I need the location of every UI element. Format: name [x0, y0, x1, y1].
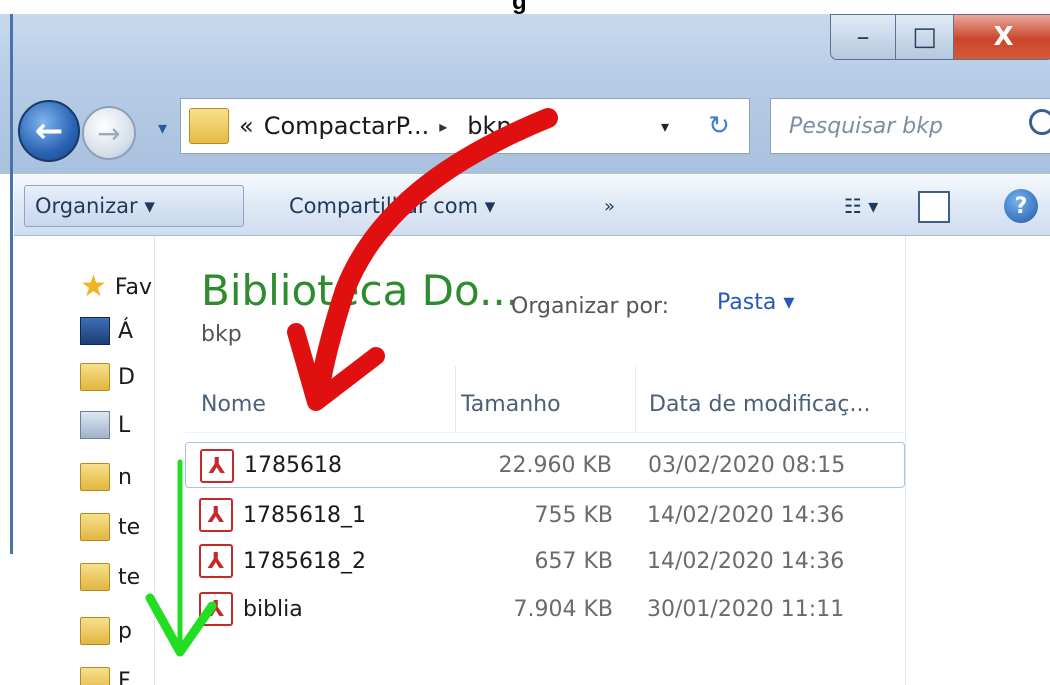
- file-row[interactable]: ⅄ 1785618_2 657 KB 14/02/2020 14:36: [185, 538, 905, 584]
- file-row[interactable]: ⅄ biblia 7.904 KB 30/01/2020 11:11: [185, 586, 905, 632]
- star-icon: ★: [80, 269, 107, 304]
- forward-button[interactable]: →: [82, 106, 136, 160]
- folder-icon: [80, 363, 110, 391]
- library-icon: [80, 411, 110, 439]
- search-input[interactable]: Pesquisar bkp: [789, 114, 943, 139]
- search-icon[interactable]: [1029, 109, 1050, 135]
- window-left-edge: [10, 14, 13, 554]
- nav-item[interactable]: Á: [80, 314, 133, 348]
- recent-pages-dropdown[interactable]: ▾: [158, 118, 167, 139]
- file-name: 1785618: [244, 452, 342, 478]
- column-divider[interactable]: [635, 366, 636, 432]
- address-bar[interactable]: « CompactarP... ▸ bkp ▾: [180, 98, 750, 154]
- pdf-icon: ⅄: [199, 544, 233, 578]
- breadcrumb-separator[interactable]: ▸: [439, 117, 447, 136]
- nav-item-label: Á: [118, 318, 134, 344]
- address-overflow[interactable]: «: [239, 112, 254, 140]
- file-size: 657 KB: [534, 548, 613, 574]
- library-subtitle: bkp: [201, 322, 242, 347]
- refresh-icon: ↻: [708, 111, 730, 141]
- column-header-name[interactable]: Nome: [201, 380, 266, 428]
- pdf-icon: ⅄: [199, 592, 233, 626]
- command-bar: Organizar ▾ Compartilhar com ▾ » ☷ ▾ ?: [14, 174, 1050, 236]
- nav-item-label: p: [118, 618, 132, 644]
- file-row[interactable]: ⅄ 1785618_1 755 KB 14/02/2020 14:36: [185, 492, 905, 538]
- forward-arrow-icon: →: [97, 116, 121, 150]
- file-size: 755 KB: [534, 502, 613, 528]
- pdf-icon: ⅄: [200, 449, 234, 483]
- desktop-icon: [80, 317, 110, 345]
- nav-item-label: L: [118, 412, 131, 438]
- folder-icon: [80, 617, 110, 645]
- file-size: 7.904 KB: [513, 596, 614, 622]
- nav-item[interactable]: te: [80, 560, 140, 594]
- column-header-date[interactable]: Data de modificaç...: [649, 380, 871, 428]
- column-divider[interactable]: [455, 366, 456, 432]
- nav-item[interactable]: F: [80, 664, 131, 685]
- caption-buttons: – □ X: [830, 14, 1050, 60]
- arrange-by-dropdown[interactable]: Pasta ▾: [717, 290, 794, 315]
- share-with-button[interactable]: Compartilhar com ▾: [279, 185, 505, 227]
- arrange-by-label: Organizar por:: [511, 294, 670, 319]
- nav-item-label: n: [118, 464, 132, 490]
- search-box[interactable]: Pesquisar bkp: [770, 98, 1050, 154]
- file-date: 30/01/2020 11:11: [647, 596, 845, 622]
- nav-item[interactable]: p: [80, 614, 132, 648]
- file-row[interactable]: ⅄ 1785618 22.960 KB 03/02/2020 08:15: [185, 442, 905, 488]
- close-button[interactable]: X: [954, 14, 1050, 60]
- column-header-size[interactable]: Tamanho: [461, 380, 561, 428]
- nav-item[interactable]: n: [80, 460, 132, 494]
- views-button[interactable]: ☷ ▾: [834, 185, 888, 227]
- folder-icon: [80, 667, 110, 685]
- file-name: biblia: [243, 596, 303, 622]
- more-commands-button[interactable]: »: [594, 185, 625, 227]
- nav-item-label: te: [118, 514, 141, 540]
- file-date: 03/02/2020 08:15: [648, 452, 846, 478]
- folder-icon: [189, 108, 229, 144]
- nav-item[interactable]: D: [80, 360, 135, 394]
- breadcrumb-bkp[interactable]: bkp: [467, 112, 511, 140]
- nav-item-label: Fav: [114, 274, 153, 300]
- pdf-icon: ⅄: [199, 498, 233, 532]
- file-name: 1785618_2: [243, 548, 366, 574]
- folder-icon: [80, 563, 110, 591]
- minimize-button[interactable]: –: [830, 14, 896, 60]
- nav-item-label: te: [118, 564, 141, 590]
- file-date: 14/02/2020 14:36: [647, 502, 845, 528]
- back-arrow-icon: ←: [34, 111, 64, 151]
- content-pane: Biblioteca Do... bkp Organizar por: Past…: [154, 236, 907, 685]
- folder-icon: [80, 463, 110, 491]
- breadcrumb-compactar[interactable]: CompactarP...: [264, 112, 430, 140]
- organize-button[interactable]: Organizar ▾: [24, 185, 244, 227]
- nav-item-label: D: [118, 364, 135, 390]
- nav-item[interactable]: ★ Fav: [80, 270, 152, 304]
- file-date: 14/02/2020 14:36: [647, 548, 845, 574]
- file-name: 1785618_1: [243, 502, 366, 528]
- file-size: 22.960 KB: [498, 452, 613, 478]
- refresh-button[interactable]: ↻: [690, 100, 748, 152]
- help-icon[interactable]: ?: [1004, 189, 1038, 223]
- nav-item[interactable]: L: [80, 408, 130, 442]
- maximize-button[interactable]: □: [896, 14, 954, 60]
- nav-item-label: F: [118, 668, 131, 685]
- nav-item[interactable]: te: [80, 510, 140, 544]
- preview-pane-icon[interactable]: [918, 191, 950, 223]
- back-button[interactable]: ←: [18, 100, 80, 162]
- folder-icon: [80, 513, 110, 541]
- header-divider: [185, 432, 907, 433]
- address-dropdown-icon[interactable]: ▾: [661, 117, 669, 136]
- library-title: Biblioteca Do...: [201, 266, 520, 315]
